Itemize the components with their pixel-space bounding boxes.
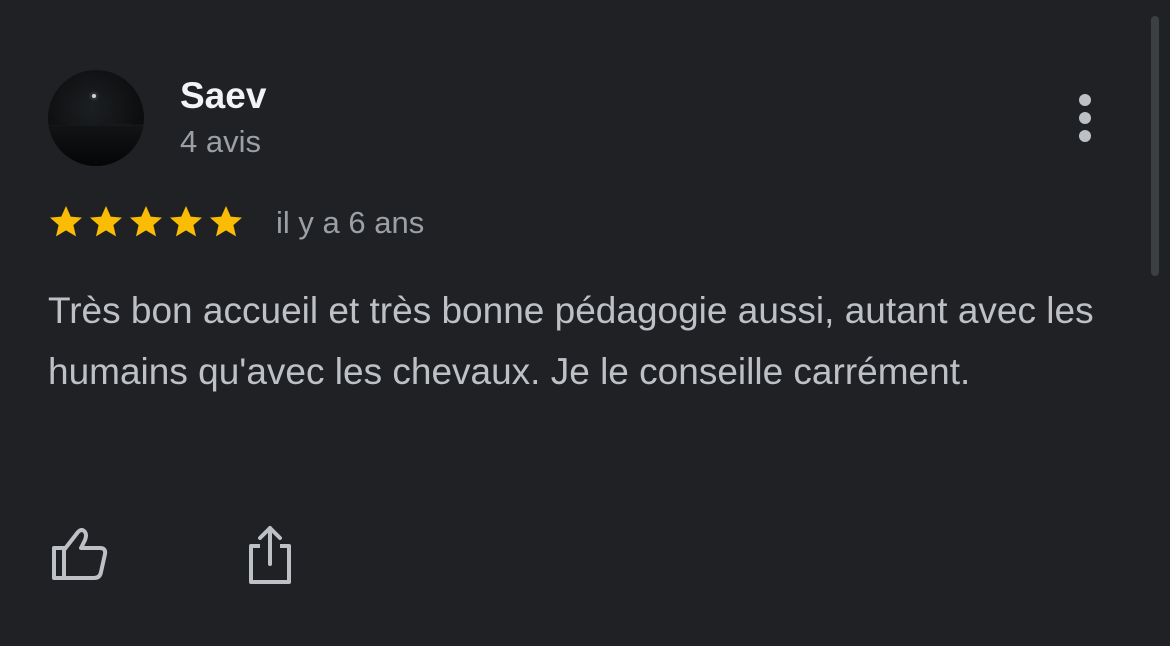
star-icon — [210, 206, 242, 237]
star-rating — [48, 200, 248, 244]
review-text: Très bon accueil et très bonne pédagogie… — [48, 290, 1094, 392]
thumb-up-icon — [52, 528, 108, 580]
star-icon — [170, 206, 202, 237]
scrollbar[interactable] — [1151, 16, 1159, 276]
avatar[interactable] — [48, 70, 144, 166]
review-date: il y a 6 ans — [276, 205, 425, 240]
more-options-button[interactable] — [1068, 90, 1104, 146]
author-review-count: 4 avis — [180, 124, 261, 159]
like-button[interactable] — [48, 526, 110, 582]
avatar-horizon — [48, 126, 144, 166]
share-icon — [249, 526, 291, 584]
star-icon — [50, 206, 82, 237]
more-vert-icon — [1079, 94, 1091, 106]
share-button[interactable] — [244, 524, 296, 586]
avatar-moon — [92, 94, 96, 98]
more-vert-icon-dot — [1079, 130, 1091, 142]
author-name[interactable]: Saev — [180, 74, 266, 118]
star-icon — [130, 206, 162, 237]
review-card: Saev 4 avis il y a 6 ans Très bon accuei… — [0, 0, 1170, 646]
star-icon — [90, 206, 122, 237]
more-vert-icon-dot — [1079, 112, 1091, 124]
